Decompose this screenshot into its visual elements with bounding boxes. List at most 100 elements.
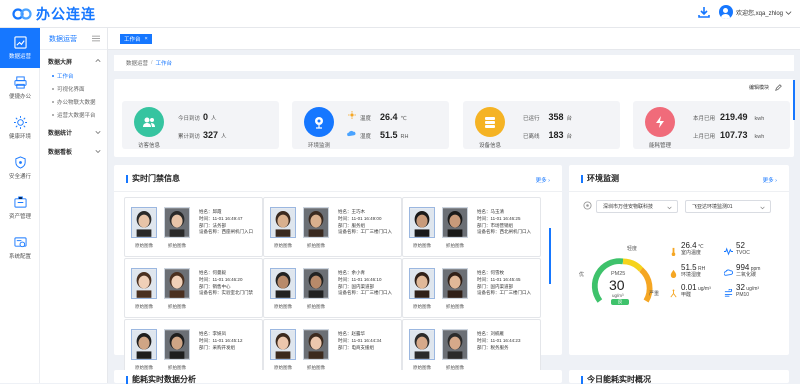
snapshot-photo[interactable] [303,268,329,299]
gauge-badge: 良 [611,299,629,305]
record-time: 时间：11-01 16:44:34 [338,337,382,343]
snapshot-photo-label: 抓拍图像 [168,243,186,248]
nav-data-ops[interactable]: 数据运营 [0,28,40,68]
item-label: 办公物联大数据 [57,99,96,106]
user-greeting[interactable]: 欢迎您,xqa_zhlog [736,8,783,17]
energy-card[interactable]: 能耗管理 本月已用 219.49 kwh 上月已用 107.73 kwh [633,101,790,149]
access-record-card[interactable]: 原始图像 抓拍图像 姓名：马玉清 时间：11-01 16:46:25 部门：市场营销组设… [402,197,541,257]
original-photo[interactable] [131,207,157,238]
energy-analysis-panel: 能耗实时数据分析 [114,370,562,384]
today-visits-label: 今日到访 [178,116,201,122]
nav-office[interactable]: 便捷办公 [0,68,40,108]
snapshot-photo[interactable] [303,329,329,360]
record-time: 时间：11-01 16:44:23 [477,337,521,343]
access-record-card[interactable]: 原始图像 抓拍图像 姓名：何曼毅 时间：11-01 16:46:20 部门：销售中心 设备… [124,258,263,318]
sub-nav-group-board[interactable]: 数据看板 [40,143,107,159]
record-dept: 部门：采购开发组 [199,344,235,350]
tab-label: 工作台 [124,37,141,43]
record-time: 时间：11-01 16:46:10 [338,276,382,282]
snapshot-photo[interactable] [442,329,468,360]
sub-nav-group-stats[interactable]: 数据统计 [40,124,107,140]
tvoc-reading: 52 TVOC [736,242,750,257]
main-nav: 数据运营 便捷办公 健康环境 安全通行 资产管理 系统配置 [0,28,40,383]
snapshot-photo[interactable] [303,207,329,238]
record-name: 姓名：马玉清 [477,209,504,214]
chevron-down-icon[interactable] [785,9,792,16]
snapshot-photo[interactable] [164,268,190,299]
original-photo[interactable] [409,207,435,238]
access-scrollbar[interactable] [549,228,551,284]
access-record-card[interactable]: 原始图像 抓拍图像 姓名：何雪枚 时间：11-01 16:45:45 部门：国内渠道部设… [402,258,541,318]
snapshot-photo[interactable] [442,268,468,299]
sub-nav-item-ops-platform[interactable]: 运营大数据平台 [40,108,107,121]
original-photo[interactable] [131,329,157,360]
label: 环境湿度 [681,272,702,278]
running-label: 已运行 [523,116,540,122]
tab-workbench[interactable]: 工作台 × [120,34,152,44]
visitor-card[interactable]: 访客信息 今日到访 0 人 累计到访 327 人 [122,101,279,149]
sun-icon [348,111,356,119]
sub-nav-group-screens[interactable]: 数据大屏 [40,53,107,69]
chevron-right-icon: › [775,178,777,184]
snapshot-photo[interactable] [164,207,190,238]
access-record-card[interactable]: 原始图像 抓拍图像 姓名：余小青 时间：11-01 16:46:10 部门：国内渠道部设… [263,258,402,318]
access-more-link[interactable]: 更多 › [536,176,550,184]
avatar[interactable] [718,5,733,19]
breadcrumb-root[interactable]: 数据运营 [126,59,148,67]
environment-card[interactable]: 环境监测 温度 26.4 ℃ 湿度 51.5 RH [292,101,449,149]
nav-security[interactable]: 安全通行 [0,148,40,188]
original-photo[interactable] [409,268,435,299]
access-record-card[interactable]: 原始图像 抓拍图像 姓名：邱霞 时间：11-01 16:49:47 部门：法务部 设备名称… [124,197,263,257]
location-select[interactable]: 深圳市万佳安物联科技 [596,200,678,213]
chevron-right-icon: › [548,178,550,184]
snapshot-photo[interactable] [164,329,190,360]
unit: kwh [754,116,765,122]
environment-more-link[interactable]: 更多 › [763,176,777,184]
month-usage-value: 219.49 [720,112,748,122]
original-photo[interactable] [409,329,435,360]
sub-nav-item-iot-bigdata[interactable]: 办公物联大数据 [40,95,107,108]
original-photo-label: 原始图像 [413,304,431,309]
environment-panel: 环境监测 更多 › 深圳市万佳安物联科技 飞亚达环境监测01 轻度 优 严重 P… [569,165,789,355]
chevron-down-icon [95,149,101,154]
total-visits-value: 327 [203,130,219,140]
printer-icon [13,76,27,89]
nav-assets[interactable]: 资产管理 [0,188,40,228]
original-photo[interactable] [131,268,157,299]
download-icon[interactable] [697,5,711,19]
snapshot-photo[interactable] [442,207,468,238]
humidity-value: 51.5 [380,130,398,140]
breadcrumb-current: 工作台 [155,61,173,67]
device-select[interactable]: 飞亚达环境监测01 [685,200,771,213]
scroll-indicator[interactable] [793,80,795,120]
label: PM10 [736,292,750,298]
sub-nav-item-visual[interactable]: 可视化界面 [40,82,107,95]
snapshot-photo-label: 抓拍图像 [446,243,464,248]
close-icon[interactable]: × [145,36,148,42]
record-name: 姓名：何雪枚 [477,270,504,275]
formaldehyde-icon [670,289,677,298]
access-record-card[interactable]: 原始图像 抓拍图像 姓名：王巧木 时间：11-01 16:49:00 部门：服务组 设备名… [263,197,402,257]
nav-settings[interactable]: 系统配置 [0,228,40,268]
pulse-icon [724,247,733,256]
nav-health-env[interactable]: 健康环境 [0,108,40,148]
original-photo[interactable] [270,207,296,238]
device-card[interactable]: 设备信息 已运行 358 台 已离线 183 台 [463,101,620,149]
logo[interactable]: 办公连连 [12,4,96,24]
temperature-value: 26.4 [380,112,398,122]
gauge-label-excellent: 优 [579,272,585,278]
record-name: 姓名：刘楠雁 [477,331,504,336]
edit-module[interactable]: 编辑模块 [749,84,782,91]
menu-collapse-icon[interactable] [92,35,100,42]
original-photo[interactable] [270,268,296,299]
last-month-usage-value: 107.73 [720,130,748,140]
record-name: 姓名：王巧木 [338,209,365,214]
nav-label: 数据运营 [8,54,31,60]
record-name: 姓名：赵露华 [338,331,365,336]
access-panel: 实时门禁信息 更多 › 原始图像 抓拍图像 姓名：邱霞 时间：11-01 16:49:… [114,165,562,379]
chevron-up-icon [95,58,101,63]
sub-nav-item-workbench[interactable]: 工作台 [40,69,107,82]
original-photo[interactable] [270,329,296,360]
record-info: 姓名：马玉清 时间：11-01 16:46:25 部门：市场营销组 设备名称：西北闸机… [477,209,531,236]
record-device: 设备名称：实验室北门门禁 [199,290,253,296]
